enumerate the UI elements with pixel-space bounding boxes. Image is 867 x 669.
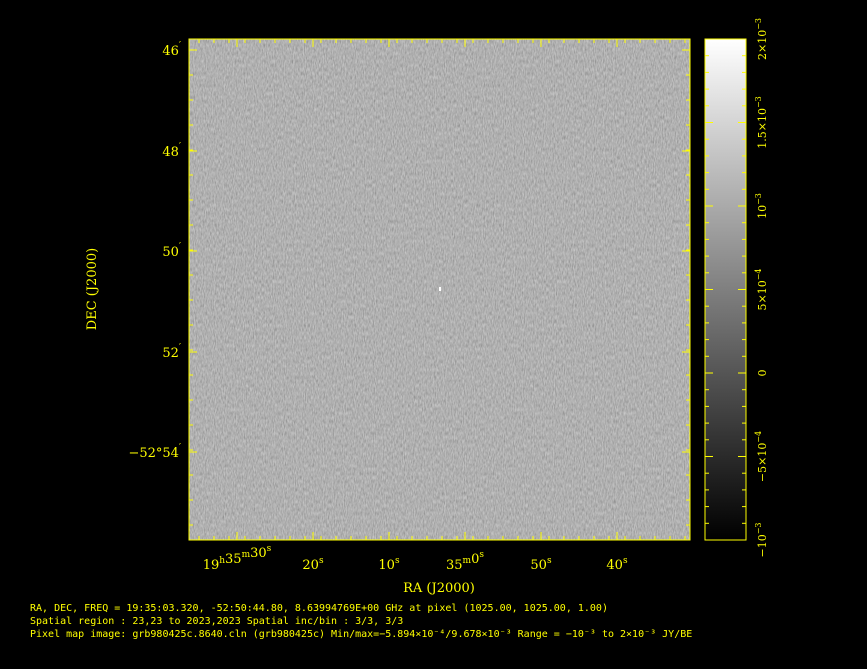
bright-source (439, 287, 441, 291)
y-tick-minute-mark: ′ (179, 443, 181, 453)
colorbar-labels: −10−3 −5×10−4 0 5×10−4 10−3 1.5×10−3 2×10−3 (754, 18, 769, 558)
y-tick-minute-mark: ′ (179, 142, 181, 152)
y-tick-label: 52′ (162, 343, 181, 361)
x-tick-label: 50s (530, 556, 552, 573)
info-line-2: Spatial region : 23,23 to 2023,2023 Spat… (30, 616, 404, 627)
x-tick-label: 35m0s (446, 550, 484, 573)
info-line-3: Pixel map image: grb980425c.8640.cln (gr… (30, 629, 693, 640)
colorbar-tick-label: 1.5×10−3 (754, 96, 769, 149)
colorbar-tick-label: −5×10−4 (754, 431, 769, 482)
x-tick-label: 20s (302, 556, 324, 573)
sky-map-chart: −10−3 −5×10−4 0 5×10−4 10−3 1.5×10−3 2×10−3 46… (85, 18, 769, 596)
y-tick-label: 50′ (162, 242, 181, 260)
y-tick-label: 48′ (162, 142, 181, 160)
y-axis-label: DEC (J2000) (85, 248, 100, 330)
colorbar-tick-label: 10−3 (754, 193, 769, 219)
y-tick-labels: 46′ 48′ 50′ 52′ −52°54′ (128, 41, 181, 461)
colorbar-tick-label: 5×10−4 (754, 268, 769, 310)
y-tick-label: 46′ (162, 41, 181, 59)
x-tick-label: 10s (378, 556, 400, 573)
x-tick-label: 40s (606, 556, 628, 573)
x-tick-label: 19h35m30s (203, 544, 272, 573)
y-tick-label: −52°54′ (128, 443, 181, 461)
y-tick-minute-mark: ′ (179, 343, 181, 353)
colorbar-tick-label: 2×10−3 (754, 18, 769, 60)
colorbar-tick-label: 0 (756, 370, 769, 377)
x-tick-labels: 19h35m30s 20s 10s 35m0s 50s 40s (203, 544, 628, 573)
y-tick-minute-mark: ′ (179, 242, 181, 252)
info-line-1: RA, DEC, FREQ = 19:35:03.320, -52:50:44.… (30, 603, 608, 614)
y-tick-minute-mark: ′ (179, 41, 181, 51)
x-axis-label: RA (J2000) (403, 581, 475, 596)
colorbar-tick-label: −10−3 (754, 522, 769, 557)
